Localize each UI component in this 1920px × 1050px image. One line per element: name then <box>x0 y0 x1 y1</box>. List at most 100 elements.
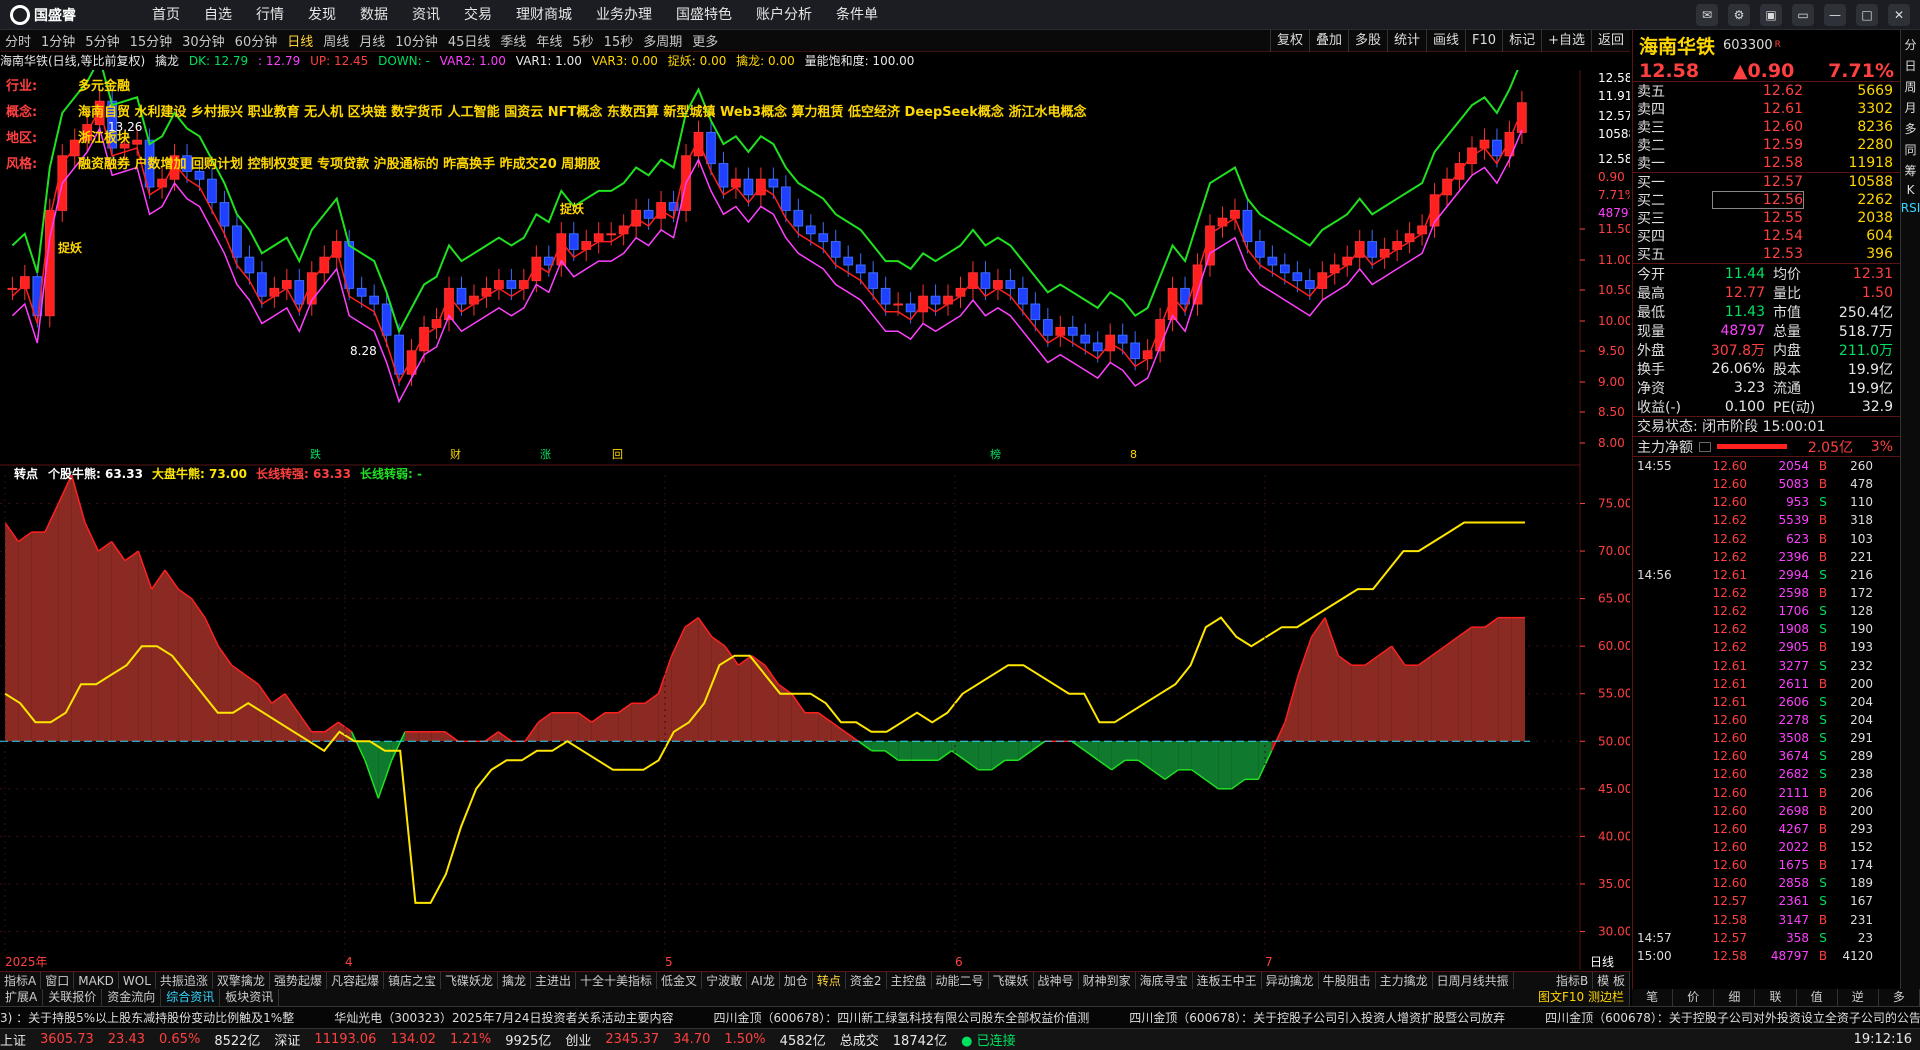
minimize-icon[interactable]: — <box>1824 4 1846 26</box>
indicator-tab[interactable]: 强势起爆 <box>270 972 327 989</box>
info-tab[interactable]: 资金流向 <box>102 989 162 1006</box>
period-item[interactable]: 5分钟 <box>80 31 124 50</box>
indicator-tab[interactable]: 战神号 <box>1034 972 1079 989</box>
indicator-tab[interactable]: 连板王中王 <box>1193 972 1262 989</box>
sidebar-item[interactable]: 月 <box>1904 99 1916 116</box>
indicator-tab[interactable]: 飞碟妖 <box>989 972 1034 989</box>
indicator-tab[interactable]: 加仓 <box>780 972 813 989</box>
news-item[interactable]: 华灿光电（300323）2025年7月24日投资者关系活动主要内容 <box>334 1009 673 1026</box>
indicator-b-tab[interactable]: 指标B <box>1552 972 1594 989</box>
quote-tab[interactable]: 笔 <box>1632 989 1674 1006</box>
f10-tab[interactable]: 图文F10 测边栏 <box>1533 989 1630 1006</box>
chart-tool[interactable]: +自选 <box>1541 30 1591 52</box>
quote-tab[interactable]: 联 <box>1755 989 1797 1006</box>
period-item[interactable]: 周线 <box>318 31 354 50</box>
period-item[interactable]: 10分钟 <box>390 31 443 50</box>
skin-icon[interactable]: ▣ <box>1760 4 1782 26</box>
sidebar-item[interactable]: RSI <box>1901 201 1920 215</box>
settings-icon[interactable]: ⚙ <box>1728 4 1750 26</box>
menu-item[interactable]: 条件单 <box>824 0 890 30</box>
indicator-tab[interactable]: 动能二号 <box>932 972 989 989</box>
chart-tool[interactable]: 叠加 <box>1308 30 1348 52</box>
period-item[interactable]: 1分钟 <box>36 31 80 50</box>
news-item[interactable]: 四川金顶（600678）：四川新工绿氢科技有限公司股东全部权益价值测 <box>713 1009 1089 1026</box>
period-item[interactable]: 多周期 <box>638 31 687 50</box>
indicator-tab[interactable]: 指标A <box>0 972 42 989</box>
menu-item[interactable]: 数据 <box>348 0 400 30</box>
indicator-tab[interactable]: 宁波敢 <box>702 972 748 989</box>
quote-tab[interactable]: 逆 <box>1838 989 1879 1006</box>
sidebar-item[interactable]: 同 <box>1904 141 1916 158</box>
menu-item[interactable]: 国盛特色 <box>664 0 744 30</box>
info-tab[interactable]: 综合资讯 <box>161 989 221 1006</box>
news-item[interactable]: 四川金顶（600678）：关于控股子公司对外投资设立全资子公司的公告 <box>1545 1009 1920 1026</box>
template-tab[interactable]: 模 板 <box>1593 972 1630 989</box>
message-icon[interactable]: ✉ <box>1696 4 1718 26</box>
chart-tool[interactable]: 标记 <box>1502 30 1541 52</box>
chart-tool[interactable]: F10 <box>1465 30 1502 52</box>
menu-item[interactable]: 首页 <box>140 0 192 30</box>
menu-item[interactable]: 资讯 <box>400 0 452 30</box>
news-item[interactable]: 四川金顶（600678）：关于控股子公司引入投资人增资扩股暨公司放弃 <box>1129 1009 1505 1026</box>
period-item[interactable]: 年线 <box>531 31 567 50</box>
period-item[interactable]: 分时 <box>0 31 36 50</box>
chart-tool[interactable]: 统计 <box>1387 30 1426 52</box>
sidebar-item[interactable]: 多 <box>1904 120 1916 137</box>
period-item[interactable]: 15秒 <box>599 31 639 50</box>
period-item[interactable]: 60分钟 <box>230 31 283 50</box>
period-item[interactable]: 5秒 <box>567 31 598 50</box>
maximize-icon[interactable]: □ <box>1856 4 1878 26</box>
indicator-tab[interactable]: 异动擒龙 <box>1262 972 1319 989</box>
sidebar-item[interactable]: 周 <box>1904 78 1916 95</box>
quote-tab[interactable]: 价 <box>1673 989 1715 1006</box>
indicator-tab[interactable]: 海底寻宝 <box>1136 972 1193 989</box>
indicator-tab[interactable]: 财神到家 <box>1079 972 1136 989</box>
quote-tab[interactable]: 细 <box>1714 989 1756 1006</box>
menu-item[interactable]: 账户分析 <box>744 0 824 30</box>
layout-icon[interactable]: ▭ <box>1792 4 1814 26</box>
indicator-tab[interactable]: 牛股阻击 <box>1319 972 1376 989</box>
menu-item[interactable]: 行情 <box>244 0 296 30</box>
menu-item[interactable]: 理财商城 <box>504 0 584 30</box>
indicator-tab[interactable]: 资金2 <box>846 972 887 989</box>
sidebar-item[interactable]: 日 <box>1904 57 1916 74</box>
quote-tab[interactable]: 多 <box>1879 989 1920 1006</box>
kline-chart[interactable]: 12.58 11.918 12.57 10588 12.58 0.90 7.71% 48797… <box>0 70 1630 970</box>
indicator-tab[interactable]: 低金叉 <box>657 972 703 989</box>
indicator-tab[interactable]: 主控盘 <box>887 972 932 989</box>
indicator-tab[interactable]: 共振追涨 <box>156 972 213 989</box>
chart-tool[interactable]: 多股 <box>1347 30 1387 52</box>
sidebar-item[interactable]: K <box>1907 183 1915 197</box>
info-tab[interactable]: 扩展A <box>0 989 44 1006</box>
news-ticker[interactable]: 3) ：关于持股5%以上股东减持股份变动比例触及1%整 华灿光电（300323）2… <box>0 1006 1920 1028</box>
sidebar-item[interactable]: 分 <box>1904 36 1916 53</box>
tick-list[interactable]: 14:55 12.60 2054 B 260 12.60 5083 B 478 12.60 953 S… <box>1633 457 1900 965</box>
chart-tool[interactable]: 复权 <box>1269 30 1309 52</box>
period-item[interactable]: 15分钟 <box>125 31 178 50</box>
indicator-tab[interactable]: 凡容起爆 <box>327 972 384 989</box>
menu-item[interactable]: 业务办理 <box>584 0 664 30</box>
info-tab[interactable]: 关联报价 <box>43 989 103 1006</box>
indicator-tab[interactable]: 转点 <box>813 972 846 989</box>
indicator-tab[interactable]: AI龙 <box>747 972 780 989</box>
period-item[interactable]: 30分钟 <box>177 31 230 50</box>
period-item[interactable]: 45日线 <box>443 31 496 50</box>
period-item[interactable]: 季线 <box>495 31 531 50</box>
menu-item[interactable]: 发现 <box>296 0 348 30</box>
period-item[interactable]: 日线 <box>282 31 318 50</box>
chart-tool[interactable]: 返回 <box>1590 30 1630 52</box>
period-item[interactable]: 更多 <box>687 31 723 50</box>
indicator-tab[interactable]: 飞碟妖龙 <box>441 972 498 989</box>
indicator-tab[interactable]: 双擎擒龙 <box>213 972 270 989</box>
chart-tool[interactable]: 画线 <box>1426 30 1465 52</box>
indicator-tab[interactable]: 擒龙 <box>498 972 532 989</box>
period-item[interactable]: 月线 <box>354 31 390 50</box>
indicator-tab[interactable]: MAKD <box>74 972 119 989</box>
indicator-tab[interactable]: 窗口 <box>41 972 75 989</box>
indicator-tab[interactable]: 镇店之宝 <box>384 972 441 989</box>
indicator-tab[interactable]: 主进出 <box>531 972 577 989</box>
close-icon[interactable]: ✕ <box>1888 4 1910 26</box>
info-tab[interactable]: 板块资讯 <box>220 989 280 1006</box>
main-net-toggle-icon[interactable] <box>1699 441 1711 452</box>
indicator-tab[interactable]: 日周月线共振 <box>1433 972 1514 989</box>
